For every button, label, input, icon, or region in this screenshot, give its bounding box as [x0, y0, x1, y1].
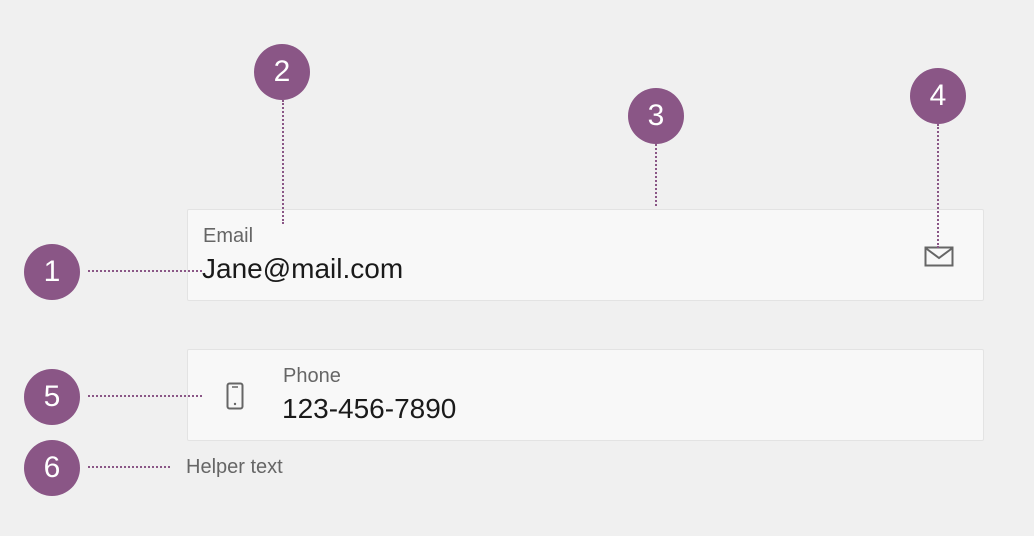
mobile-phone-icon	[226, 382, 244, 410]
phone-label: Phone	[283, 365, 341, 387]
callout-line-4	[937, 124, 939, 248]
callout-badge-3: 3	[628, 88, 684, 144]
callout-line-6	[88, 466, 170, 468]
callout-line-2	[282, 100, 284, 224]
callout-badge-6: 6	[24, 440, 80, 496]
callout-badge-4: 4	[910, 68, 966, 124]
phone-text-field[interactable]: Phone 123-456-7890	[187, 349, 984, 441]
envelope-icon	[924, 246, 954, 267]
callout-badge-1: 1	[24, 244, 80, 300]
email-text-field[interactable]: Email Jane@mail.com	[187, 209, 984, 301]
callout-line-1	[88, 270, 202, 272]
helper-text: Helper text	[186, 456, 283, 478]
phone-input-value[interactable]: 123-456-7890	[282, 393, 456, 425]
callout-badge-5: 5	[24, 369, 80, 425]
callout-line-5	[88, 395, 202, 397]
callout-line-3	[655, 144, 657, 206]
email-label: Email	[203, 225, 254, 247]
email-input-value[interactable]: Jane@mail.com	[202, 253, 403, 285]
callout-badge-2: 2	[254, 44, 310, 100]
